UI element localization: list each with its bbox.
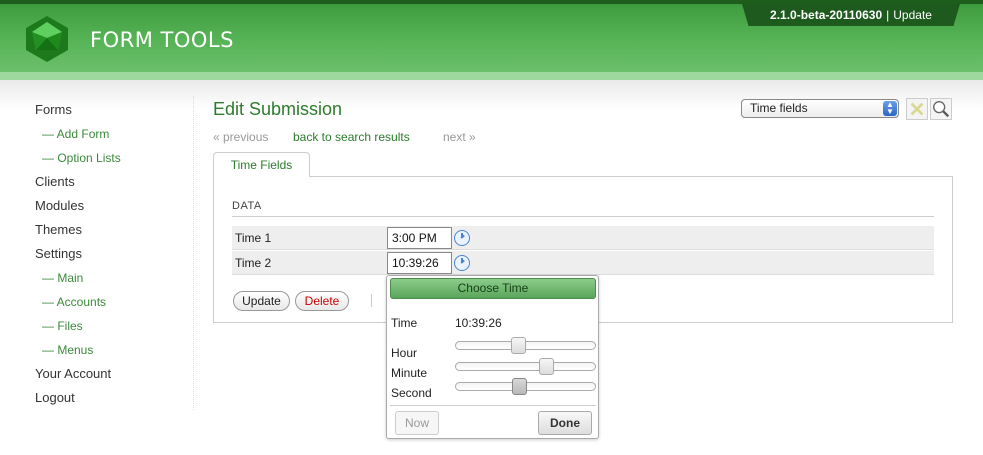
version-tab: 2.1.0-beta-20110630 | Update [742,4,960,26]
sidebar-item-main[interactable]: — Main [35,270,185,294]
sidebar-item-add-form[interactable]: — Add Form [35,126,185,150]
clear-search-icon[interactable] [906,98,928,120]
back-to-results-link[interactable]: back to search results [293,130,443,144]
now-button[interactable]: Now [395,411,439,435]
magnifier-icon[interactable] [930,98,952,120]
second-label: Second [391,386,432,400]
header-bottom-band [0,72,983,80]
second-slider[interactable] [455,378,596,395]
sidebar-item-themes[interactable]: Themes [35,222,185,246]
select-arrow-icon: ▲ ▼ [883,101,897,116]
view-select[interactable]: Time fields ▲ ▼ [741,99,899,118]
field-label-time-1: Time 1 [235,231,272,245]
clock-icon[interactable] [454,255,470,271]
tab-time-fields[interactable]: Time Fields [213,152,310,177]
sidebar-item-logout[interactable]: Logout [35,390,185,414]
gem-logo-icon [26,16,68,62]
version-separator: | [886,8,890,22]
minute-label: Minute [391,366,428,380]
sidebar-item-option-lists[interactable]: — Option Lists [35,150,185,174]
previous-link: « previous [213,130,269,144]
time-picker-header: Choose Time [390,278,596,299]
view-select-value: Time fields [750,101,808,115]
minute-slider-handle[interactable] [539,358,554,375]
hour-slider-handle[interactable] [511,337,526,354]
table-row: Time 2 10:39:26 [232,251,934,275]
sidebar-item-clients[interactable]: Clients [35,174,185,198]
time-picker-popup: Choose Time Time 10:39:26 Hour Minute Se… [386,275,599,439]
sidebar-nav: Forms — Add Form — Option Lists Clients … [35,102,185,414]
hour-slider[interactable] [455,337,596,354]
version-label: 2.1.0-beta-20110630 [770,8,883,22]
page-title: Edit Submission [213,99,343,119]
submission-pager: « previous back to search results next » [213,130,476,144]
field-label-time-2: Time 2 [235,256,272,270]
done-button[interactable]: Done [538,411,592,435]
sidebar-item-forms[interactable]: Forms [35,102,185,126]
time-label: Time [391,316,418,330]
update-button[interactable]: Update [233,291,290,311]
clock-icon[interactable] [454,230,470,246]
sidebar-item-modules[interactable]: Modules [35,198,185,222]
sidebar-item-menus[interactable]: — Menus [35,342,185,366]
header-topline [0,0,983,4]
brand-title: FORM TOOLS [90,28,234,52]
sidebar-item-settings[interactable]: Settings [35,246,185,270]
picker-divider [390,405,596,406]
sidebar-item-files[interactable]: — Files [35,318,185,342]
sidebar-divider [193,96,194,410]
app-header: FORM TOOLS 2.1.0-beta-20110630 | Update [0,0,983,80]
section-divider [232,216,934,217]
time-1-input[interactable]: 3:00 PM [387,227,452,249]
sidebar-item-your-account[interactable]: Your Account [35,366,185,390]
hour-label: Hour [391,346,418,360]
time-readout: 10:39:26 [455,316,502,330]
update-link[interactable]: Update [893,8,932,22]
time-2-input[interactable]: 10:39:26 [387,252,452,274]
minute-slider[interactable] [455,358,596,375]
second-slider-handle[interactable] [512,378,527,395]
section-title: DATA [232,200,262,212]
next-link: next » [443,130,476,144]
button-separator [371,294,372,307]
sidebar-item-accounts[interactable]: — Accounts [35,294,185,318]
delete-button[interactable]: Delete [295,291,349,311]
table-row: Time 1 3:00 PM [232,226,934,250]
